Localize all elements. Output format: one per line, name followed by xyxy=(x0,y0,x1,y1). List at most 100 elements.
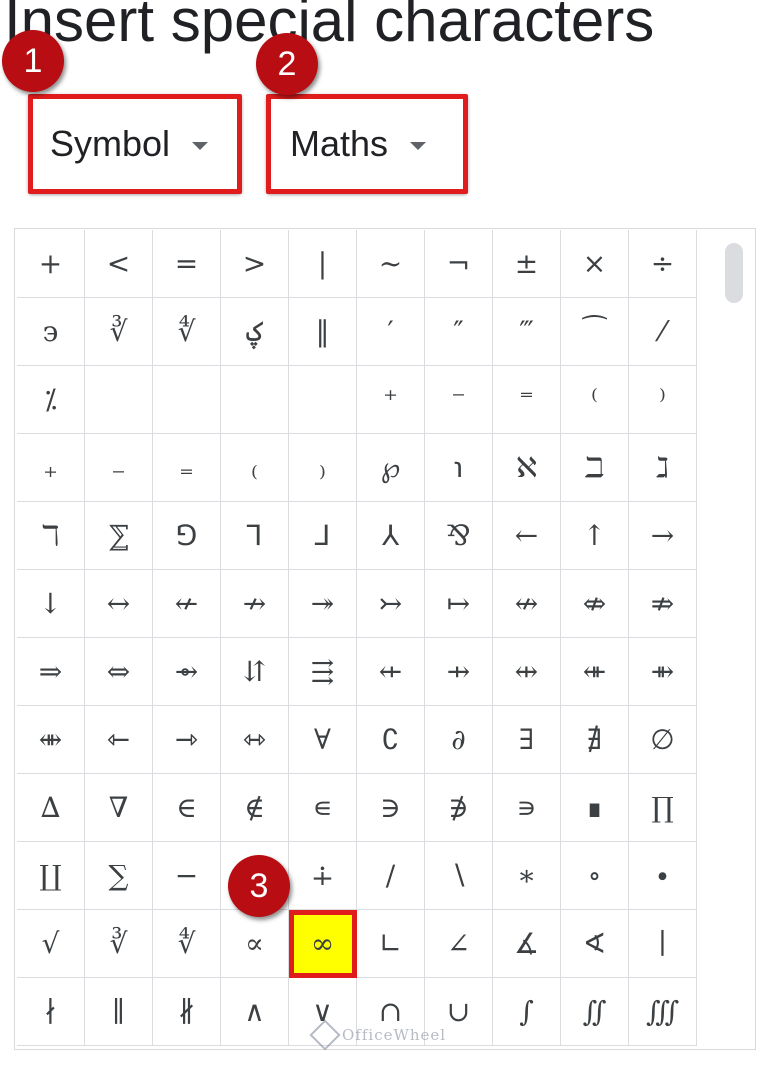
character-cell[interactable]: × xyxy=(561,230,629,298)
character-cell[interactable]: ℵ xyxy=(493,434,561,502)
character-cell[interactable]: ∣ xyxy=(629,910,697,978)
character-cell[interactable] xyxy=(289,366,357,434)
character-cell[interactable]: ⁒ xyxy=(17,366,85,434)
character-cell[interactable]: ⇵ xyxy=(221,638,289,706)
character-cell[interactable]: ∆ xyxy=(17,774,85,842)
character-cell[interactable]: ℘ xyxy=(357,434,425,502)
character-cell[interactable]: ₌ xyxy=(153,434,221,502)
scrollbar-thumb[interactable] xyxy=(725,243,743,303)
character-cell[interactable]: ∗ xyxy=(493,842,561,910)
character-cell[interactable]: ∠ xyxy=(425,910,493,978)
character-cell[interactable]: ← xyxy=(493,502,561,570)
character-cell[interactable]: ⁼ xyxy=(493,366,561,434)
character-cell[interactable]: ∕ xyxy=(357,842,425,910)
character-cell[interactable]: ؼ xyxy=(221,298,289,366)
character-cell[interactable]: ÷ xyxy=(629,230,697,298)
character-cell[interactable]: ⅂ xyxy=(221,502,289,570)
character-cell[interactable]: ∖ xyxy=(425,842,493,910)
character-cell[interactable]: ∈ xyxy=(153,774,221,842)
character-cell[interactable]: ₋ xyxy=(85,434,153,502)
character-cell[interactable]: | xyxy=(289,230,357,298)
character-cell[interactable]: ⅃ xyxy=(289,502,357,570)
character-cell[interactable]: ∁ xyxy=(357,706,425,774)
character-cell[interactable]: ∋ xyxy=(357,774,425,842)
character-cell[interactable]: ↣ xyxy=(357,570,425,638)
character-cell[interactable]: ⇽ xyxy=(85,706,153,774)
character-cell[interactable]: ⇷ xyxy=(357,638,425,706)
character-cell[interactable]: ↮ xyxy=(493,570,561,638)
character-cell[interactable]: ∉ xyxy=(221,774,289,842)
character-cell[interactable]: ~ xyxy=(357,230,425,298)
character-cell[interactable]: ⅀ xyxy=(85,502,153,570)
character-cell[interactable]: → xyxy=(629,502,697,570)
character-cell[interactable]: ∡ xyxy=(493,910,561,978)
character-cell[interactable]: ⁄ xyxy=(629,298,697,366)
character-cell[interactable]: ∏ xyxy=(629,774,697,842)
character-cell[interactable]: ∜ xyxy=(153,910,221,978)
character-cell[interactable]: ⇶ xyxy=(289,638,357,706)
character-cell[interactable] xyxy=(85,366,153,434)
character-cell[interactable]: ⇺ xyxy=(561,638,629,706)
character-cell[interactable]: ∜ xyxy=(153,298,221,366)
character-cell[interactable]: ↓ xyxy=(17,570,85,638)
character-cell[interactable]: ⇹ xyxy=(493,638,561,706)
character-cell[interactable]: > xyxy=(221,230,289,298)
character-cell[interactable]: ∥ xyxy=(85,978,153,1046)
character-cell[interactable]: ⁾ xyxy=(629,366,697,434)
character-cell[interactable]: ↑ xyxy=(561,502,629,570)
character-cell[interactable]: ∍ xyxy=(493,774,561,842)
character-cell[interactable]: ⅁ xyxy=(153,502,221,570)
character-cell[interactable]: ⇎ xyxy=(561,570,629,638)
character-cell[interactable]: ∐ xyxy=(17,842,85,910)
character-cell[interactable]: ∃ xyxy=(493,706,561,774)
character-cell[interactable]: ℶ xyxy=(561,434,629,502)
character-cell[interactable]: ∫ xyxy=(493,978,561,1046)
character-cell[interactable]: ∟ xyxy=(357,910,425,978)
character-cell[interactable]: ℸ xyxy=(17,502,85,570)
character-cell[interactable]: ↔ xyxy=(85,570,153,638)
character-cell[interactable]: ‴ xyxy=(493,298,561,366)
character-cell[interactable]: ⇼ xyxy=(17,706,85,774)
subcategory-dropdown[interactable]: Maths xyxy=(266,94,468,194)
character-cell[interactable]: ∘ xyxy=(561,842,629,910)
character-cell[interactable]: ∇ xyxy=(85,774,153,842)
character-cell[interactable]: ⇻ xyxy=(629,638,697,706)
character-cell[interactable]: ⅄ xyxy=(357,502,425,570)
character-cell[interactable]: ∛ xyxy=(85,910,153,978)
character-cell[interactable]: ⇴ xyxy=(153,638,221,706)
character-cell[interactable]: ′ xyxy=(357,298,425,366)
character-cell[interactable]: ℩ xyxy=(425,434,493,502)
character-cell[interactable]: ∤ xyxy=(17,978,85,1046)
character-cell[interactable]: ∂ xyxy=(425,706,493,774)
character-cell[interactable]: ↦ xyxy=(425,570,493,638)
character-cell[interactable] xyxy=(221,366,289,434)
character-cell[interactable]: ⇸ xyxy=(425,638,493,706)
character-cell[interactable]: ϶ xyxy=(17,298,85,366)
character-cell[interactable]: ¬ xyxy=(425,230,493,298)
character-cell[interactable]: ₍ xyxy=(221,434,289,502)
character-cell[interactable]: ∌ xyxy=(425,774,493,842)
character-cell[interactable]: ₎ xyxy=(289,434,357,502)
character-cell[interactable]: ⇿ xyxy=(221,706,289,774)
character-cell[interactable]: ∀ xyxy=(289,706,357,774)
character-cell[interactable]: ∦ xyxy=(153,978,221,1046)
character-cell[interactable]: ∊ xyxy=(289,774,357,842)
character-cell[interactable]: ⇏ xyxy=(629,570,697,638)
character-cell[interactable]: ℷ xyxy=(629,434,697,502)
character-cell[interactable]: ∭ xyxy=(629,978,697,1046)
character-cell[interactable]: ∑ xyxy=(85,842,153,910)
character-cell[interactable]: ↚ xyxy=(153,570,221,638)
character-cell[interactable]: ₊ xyxy=(17,434,85,502)
character-cell[interactable]: ⇒ xyxy=(17,638,85,706)
character-cell[interactable]: ‖ xyxy=(289,298,357,366)
character-cell[interactable]: ∄ xyxy=(561,706,629,774)
character-cell[interactable]: ∛ xyxy=(85,298,153,366)
character-cell[interactable]: ∧ xyxy=(221,978,289,1046)
character-cell[interactable]: ∔ xyxy=(289,842,357,910)
character-cell[interactable]: ⁀ xyxy=(561,298,629,366)
character-cell[interactable]: ⅋ xyxy=(425,502,493,570)
character-cell[interactable]: ∅ xyxy=(629,706,697,774)
character-cell[interactable]: = xyxy=(153,230,221,298)
character-cell[interactable]: ∝ xyxy=(221,910,289,978)
character-cell[interactable]: ″ xyxy=(425,298,493,366)
